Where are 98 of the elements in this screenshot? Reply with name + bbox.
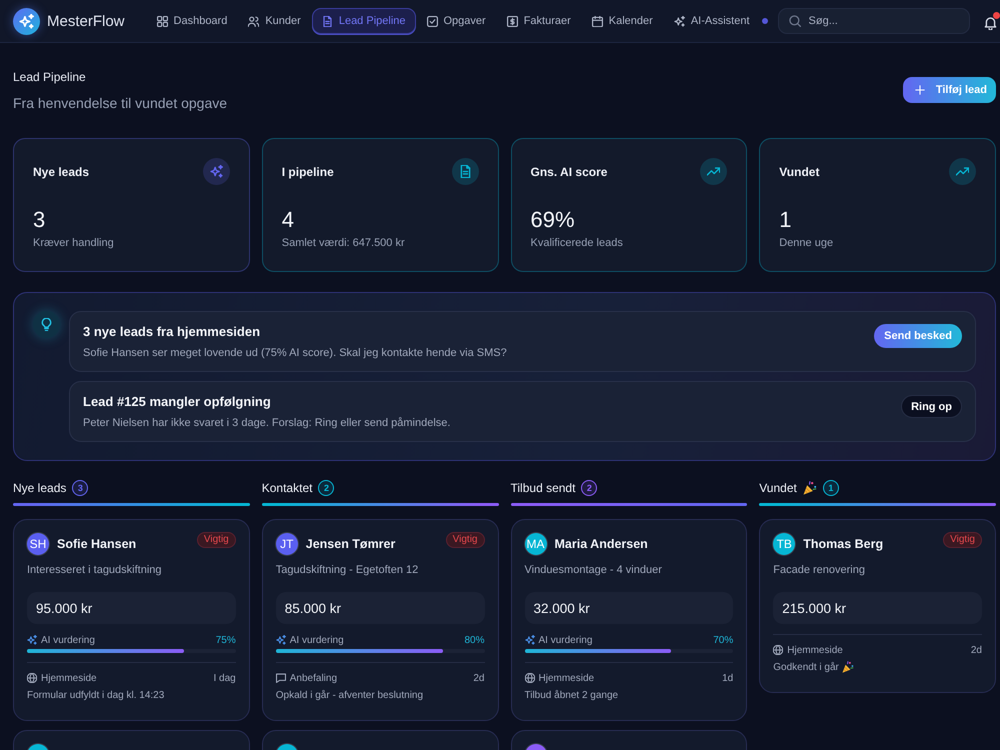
lead-value: 85.000 kr (276, 592, 484, 624)
avatar: JT (276, 532, 298, 554)
nav-tab[interactable]: Fakturaer (496, 8, 581, 34)
stat-value: 3 (33, 207, 46, 233)
lead-note: Godkendt i går (773, 662, 839, 672)
globe-icon (524, 673, 534, 683)
stat-value: 1 (779, 207, 792, 233)
suggestion-text: Peter Nielsen har ikke svaret i 3 dage. Forslag: Ring eller send påmindelse. (83, 416, 450, 431)
users-icon (248, 16, 260, 26)
stat-caption: Kræver handling (33, 237, 115, 249)
priority-tag: Vigtig (943, 532, 982, 548)
ai-score-label: AI vurdering (290, 634, 344, 646)
ai-score-value: 80% (464, 634, 484, 646)
lead-time: I dag (214, 672, 236, 684)
lead-card[interactable]: TB Thomas Berg Vigtig Facade renovering 215.000 kr Hjemmeside 2d Godkendt i går (759, 519, 996, 693)
lead-note: Opkald i går - afventer beslutning (276, 690, 424, 700)
avatar: TB (773, 532, 796, 554)
brand-name: MesterFlow (47, 12, 125, 30)
sparkle-icon (524, 635, 534, 645)
lead-value: 95.000 kr (27, 592, 236, 624)
lead-note: Tilbud åbnet 2 gange (524, 690, 618, 700)
nav-tab[interactable]: Lead Pipeline (312, 8, 416, 34)
stat-caption: Samlet værdi: 647.500 kr (282, 237, 406, 249)
stat-title: Gns. AI score (530, 164, 608, 178)
checkbox-icon (426, 16, 438, 26)
suggestion-action-button[interactable]: Send besked (874, 324, 962, 348)
lead-card[interactable]: SH Sofie Hansen Vigtig Interesseret i tagudskiftning 95.000 kr AI vurdering 75% Hjemmeside I dag Formular udfyldt i dag kl. 14:23 (13, 519, 250, 721)
lightbulb-icon (33, 311, 60, 338)
nav-tab[interactable]: Kalender (582, 8, 663, 34)
document-icon (322, 16, 333, 26)
grid-icon (156, 16, 168, 26)
notifications-button[interactable] (984, 12, 1000, 30)
avatar: MA (524, 532, 546, 554)
search-icon (788, 15, 801, 27)
column-title: Vundet (759, 481, 797, 495)
sparkle-icon (276, 635, 286, 645)
plus-icon (914, 85, 925, 95)
lead-name: Thomas Berg (803, 536, 884, 550)
globe-icon (27, 673, 37, 683)
sparkle-icon (27, 635, 37, 645)
chat-bubble-icon (276, 673, 286, 683)
lead-count: 3 (72, 480, 88, 496)
lead-value: 32.000 kr (524, 592, 734, 624)
stat-caption: Denne uge (779, 237, 834, 249)
lead-description: Facade renovering (773, 563, 866, 577)
lead-time: 2d (970, 644, 982, 656)
calendar-icon (592, 16, 603, 26)
lead-time: 2d (473, 672, 484, 684)
ai-score-value: 75% (216, 634, 236, 646)
nav-tab[interactable]: Opgaver (416, 8, 496, 34)
lead-note: Formular udfyldt i dag kl. 14:23 (27, 690, 164, 700)
lead-description: Tagudskiftning - Egetoften 12 (276, 563, 420, 577)
lead-time: 1d (722, 672, 734, 684)
stat-value: 69% (530, 207, 576, 233)
column-title: Kontaktet (262, 481, 312, 495)
logo-icon (13, 8, 40, 34)
lead-description: Interesseret i tagudskiftning (27, 563, 163, 577)
lead-name: Maria Andersen (554, 536, 649, 550)
stat-caption: Kvalificerede leads (530, 237, 624, 249)
ai-score-value: 70% (713, 634, 734, 646)
stat-value: 4 (282, 207, 295, 233)
page-title: Lead Pipeline (13, 69, 87, 85)
nav-tab[interactable]: Dashboard (146, 8, 238, 34)
lead-source: Hjemmeside (787, 644, 843, 656)
lead-card[interactable]: JT Jensen Tømrer Vigtig Tagudskiftning - Egetoften 12 85.000 kr AI vurdering 80% Anbefaling 2d Opkald i går - afventer beslutning (262, 519, 498, 721)
search-field[interactable]: Søg... (778, 8, 970, 34)
column-title: Nye leads (13, 481, 66, 495)
ai-score-label: AI vurdering (538, 634, 592, 646)
page-subtitle: Fra henvendelse til vundet opgave (13, 94, 228, 112)
priority-tag: Vigtig (196, 532, 236, 548)
lead-description: Vinduesmontage - 4 vinduer (524, 563, 663, 577)
stat-title: I pipeline (282, 164, 334, 178)
ai-score-label: AI vurdering (41, 634, 95, 646)
lead-source: Hjemmeside (538, 672, 594, 684)
nav-tab[interactable]: AI-Assistent (664, 8, 760, 34)
bell-icon (984, 17, 997, 30)
lead-source: Anbefaling (290, 672, 338, 684)
stat-title: Vundet (779, 164, 820, 178)
suggestion-text: Sofie Hansen ser meget lovende ud (75% AI score). Skal jeg kontakte hende via SMS? (83, 346, 507, 361)
currency-icon (506, 16, 518, 26)
lead-name: Sofie Hansen (57, 536, 138, 550)
lead-card[interactable]: MA Maria Andersen Vinduesmontage - 4 vinduer 32.000 kr AI vurdering 70% Hjemmeside 1d Tilbud åbnet 2 gange (510, 519, 748, 721)
nav-tab[interactable]: Kunder (238, 8, 311, 34)
avatar: SH (27, 532, 49, 554)
lead-count: 2 (581, 480, 598, 496)
suggestion-title: 3 nye leads fra hjemmesiden (83, 323, 262, 341)
lead-name: Jensen Tømrer (306, 536, 396, 550)
stat-title: Nye leads (33, 164, 90, 178)
lead-source: Hjemmeside (41, 672, 97, 684)
globe-icon (773, 645, 784, 655)
sparkle-icon (674, 16, 685, 26)
suggestion-action-button[interactable]: Ring op (901, 395, 962, 418)
lead-value: 215.000 kr (773, 592, 982, 624)
suggestion-title: Lead #125 mangler opfølgning (83, 393, 272, 411)
lead-count: 2 (318, 480, 334, 496)
column-title: Tilbud sendt (510, 481, 576, 495)
priority-tag: Vigtig (446, 532, 484, 548)
lead-count: 1 (822, 480, 839, 496)
